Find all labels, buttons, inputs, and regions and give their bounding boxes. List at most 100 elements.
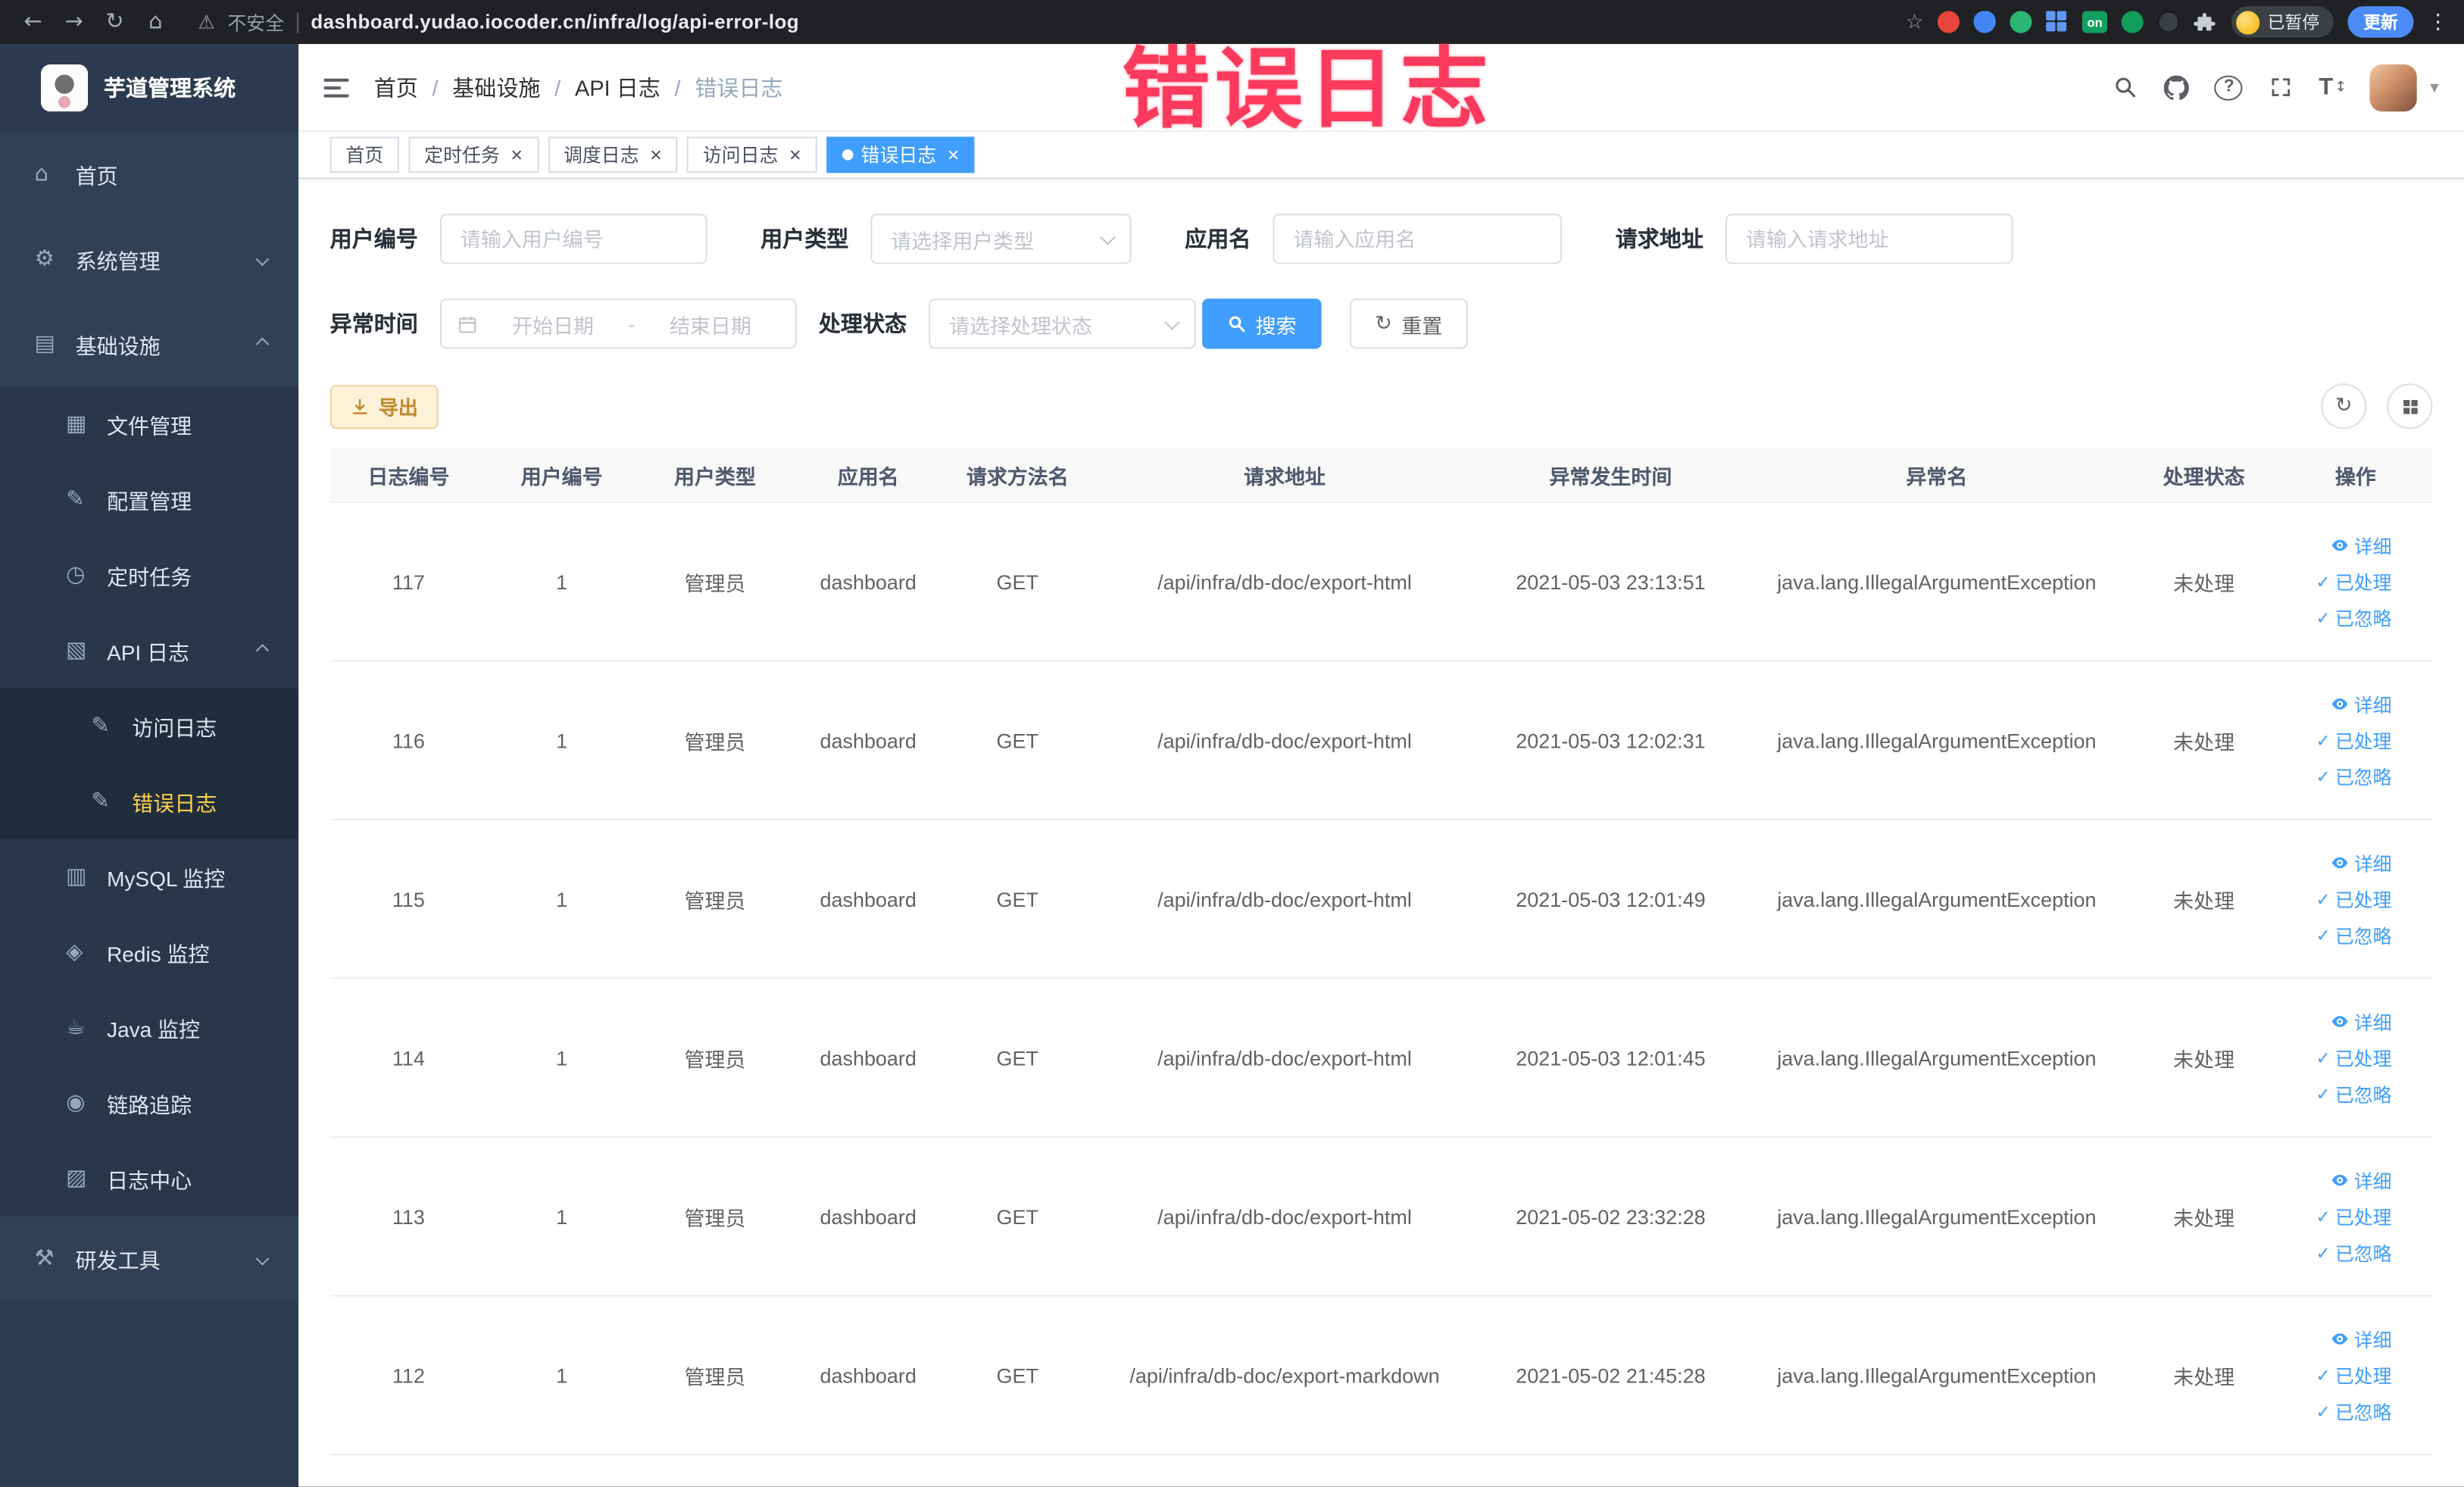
sidebar-item-config[interactable]: ✎ 配置管理 — [0, 461, 299, 538]
sidebar-item-job[interactable]: ◷ 定时任务 — [0, 537, 299, 614]
process-status-select[interactable]: 请选择处理状态 — [929, 298, 1196, 349]
github-icon[interactable] — [2163, 71, 2191, 102]
processed-link[interactable]: ✓ 已处理 — [2316, 1362, 2391, 1389]
cell-exception: java.lang.IllegalArgumentException — [1777, 1045, 2097, 1070]
tab-job-log[interactable]: 调度日志 × — [548, 136, 678, 173]
extension-icon[interactable] — [2010, 11, 2032, 33]
reload-icon[interactable]: ↻ — [98, 9, 133, 34]
search-icon[interactable] — [2111, 71, 2139, 102]
detail-link[interactable]: 详细 — [2331, 1008, 2392, 1035]
sidebar-item-api-log[interactable]: ▧ API 日志 — [0, 613, 299, 689]
ignored-link[interactable]: ✓ 已忽略 — [2316, 922, 2391, 948]
exception-time-range[interactable]: 开始日期 - 结束日期 — [439, 298, 797, 349]
table-body: 117 1 管理员 dashboard GET /api/infra/db-do… — [329, 503, 2433, 1456]
back-icon[interactable]: ← — [16, 9, 51, 34]
table-row: 112 1 管理员 dashboard GET /api/infra/db-do… — [329, 1297, 2433, 1456]
processed-link[interactable]: ✓ 已处理 — [2316, 568, 2391, 595]
log-icon: ▨ — [66, 1166, 87, 1192]
sidebar-item-java[interactable]: ☕ Java 监控 — [0, 989, 299, 1066]
calendar-icon — [458, 314, 478, 334]
sidebar-item-error-log[interactable]: ✎ 错误日志 — [0, 764, 299, 839]
browser-home-icon[interactable]: ⌂ — [139, 9, 173, 34]
detail-link[interactable]: 详细 — [2331, 532, 2392, 558]
user-type-select[interactable]: 请选择用户类型 — [870, 214, 1132, 264]
search-button[interactable]: 搜索 — [1202, 298, 1322, 349]
bookmark-star-icon[interactable]: ☆ — [1906, 10, 1924, 33]
app-logo[interactable]: 芋道管理系统 — [0, 44, 299, 133]
close-icon[interactable]: × — [789, 145, 801, 165]
help-icon[interactable]: ? — [2215, 74, 2244, 100]
user-id-input[interactable] — [439, 214, 707, 264]
doc-icon: ▧ — [66, 638, 87, 664]
forward-icon[interactable]: → — [57, 9, 92, 34]
tab-error-log[interactable]: 错误日志 × — [826, 136, 976, 173]
sidebar-item-infra[interactable]: ▤ 基础设施 — [0, 301, 299, 387]
sidebar-item-log-center[interactable]: ▨ 日志中心 — [0, 1141, 299, 1217]
font-size-icon[interactable]: T ↕ — [2319, 71, 2347, 102]
sidebar-item-mysql[interactable]: ▥ MySQL 监控 — [0, 839, 299, 915]
sidebar-item-dev-tools[interactable]: ⚒ 研发工具 — [0, 1216, 299, 1301]
sidebar-item-trace[interactable]: ◉ 链路追踪 — [0, 1065, 299, 1142]
processed-link[interactable]: ✓ 已处理 — [2316, 1045, 2391, 1071]
extension-icon[interactable] — [2157, 11, 2180, 33]
tab-access-log[interactable]: 访问日志 × — [687, 136, 817, 173]
sidebar-item-access-log[interactable]: ✎ 访问日志 — [0, 688, 299, 764]
tags-view: 首页 定时任务 × 调度日志 × 访问日志 × 错误日志 × — [298, 132, 2464, 180]
emoji-avatar-icon — [2236, 10, 2260, 34]
extension-badge[interactable]: on — [2082, 11, 2108, 33]
action-label: 已处理 — [2334, 1047, 2392, 1070]
hamburger-icon[interactable] — [323, 77, 349, 97]
ignored-link[interactable]: ✓ 已忽略 — [2316, 604, 2391, 631]
sidebar-item-redis[interactable]: ◈ Redis 监控 — [0, 914, 299, 990]
sidebar-item-file[interactable]: ▦ 文件管理 — [0, 386, 299, 462]
user-avatar[interactable] — [2370, 64, 2418, 111]
breadcrumb-item-0[interactable]: 首页 — [374, 71, 418, 102]
breadcrumb-item-1[interactable]: 基础设施 — [452, 71, 540, 102]
search-icon — [1229, 316, 1245, 333]
request-url-label: 请求地址 — [1615, 226, 1704, 251]
app-name-input[interactable] — [1273, 214, 1563, 264]
breadcrumb-item-2[interactable]: API 日志 — [575, 71, 661, 102]
profile-paused-chip[interactable]: 已暂停 — [2231, 6, 2334, 38]
sidebar-item-system[interactable]: ⚙ 系统管理 — [0, 217, 299, 302]
close-icon[interactable]: × — [511, 145, 523, 165]
extension-icon[interactable] — [1974, 11, 1997, 33]
breadcrumb-separator: / — [674, 74, 681, 100]
clock-icon: ◷ — [66, 562, 86, 588]
tab-job[interactable]: 定时任务 × — [408, 136, 539, 173]
detail-link[interactable]: 详细 — [2331, 1167, 2392, 1193]
ignored-link[interactable]: ✓ 已忽略 — [2316, 1239, 2391, 1266]
chevron-up-icon — [255, 337, 270, 351]
detail-link[interactable]: 详细 — [2331, 691, 2392, 717]
ignored-link[interactable]: ✓ 已忽略 — [2316, 1398, 2391, 1424]
ignored-link[interactable]: ✓ 已忽略 — [2316, 763, 2391, 789]
check-icon: ✓ — [2316, 766, 2331, 787]
cell-time: 2021-05-03 12:02:31 — [1516, 728, 1706, 752]
browser-menu-icon[interactable]: ⋮ — [2428, 9, 2448, 34]
update-button[interactable]: 更新 — [2347, 6, 2414, 38]
refresh-table-button[interactable]: ↻ — [2321, 383, 2367, 430]
column-settings-button[interactable] — [2387, 383, 2433, 430]
extension-icon[interactable] — [1938, 11, 1960, 33]
processed-link[interactable]: ✓ 已处理 — [2316, 727, 2391, 754]
extension-icon[interactable] — [2046, 11, 2069, 33]
close-icon[interactable]: × — [948, 145, 960, 165]
tab-home[interactable]: 首页 — [329, 136, 399, 173]
caret-down-icon[interactable]: ▾ — [2430, 77, 2438, 98]
export-button[interactable]: 导出 — [329, 384, 439, 429]
processed-link[interactable]: ✓ 已处理 — [2316, 1203, 2391, 1229]
detail-link[interactable]: 详细 — [2331, 1326, 2392, 1352]
sidebar-item-home[interactable]: ⌂ 首页 — [0, 132, 299, 217]
detail-link[interactable]: 详细 — [2331, 849, 2392, 876]
extension-icon[interactable] — [2121, 11, 2144, 33]
fullscreen-icon[interactable] — [2267, 71, 2295, 102]
ignored-link[interactable]: ✓ 已忽略 — [2316, 1080, 2391, 1107]
close-icon[interactable]: × — [650, 145, 662, 165]
address-bar[interactable]: ⚠ 不安全 dashboard.yudao.iocoder.cn/infra/l… — [198, 8, 799, 35]
request-url-input[interactable] — [1725, 214, 2013, 264]
reset-button[interactable]: ↻ 重置 — [1350, 298, 1468, 349]
cell-user-id: 1 — [556, 1363, 568, 1387]
extensions-puzzle-icon[interactable] — [2194, 10, 2217, 33]
processed-link[interactable]: ✓ 已处理 — [2316, 886, 2391, 912]
breadcrumb: 首页 / 基础设施 / API 日志 / 错误日志 — [374, 71, 783, 102]
